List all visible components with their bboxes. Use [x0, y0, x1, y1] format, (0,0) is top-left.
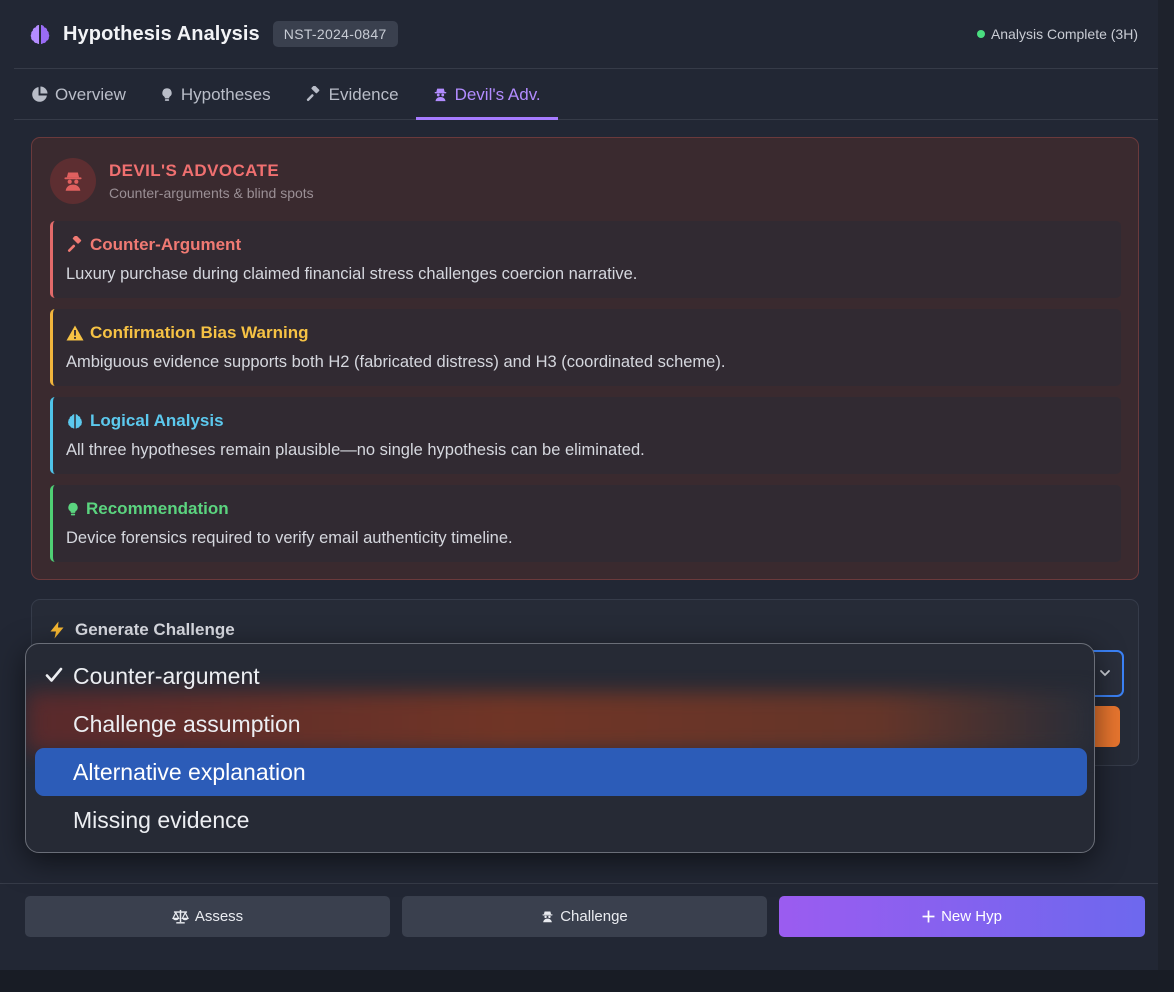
chevron-down-icon: [1100, 670, 1110, 677]
assess-button[interactable]: Assess: [25, 896, 390, 937]
case-id-badge: NST-2024-0847: [272, 21, 398, 47]
window-bottom-edge: [0, 970, 1174, 992]
recommendation-card: Recommendation Device forensics required…: [50, 485, 1121, 562]
tab-evidence[interactable]: Evidence: [288, 70, 416, 119]
new-hyp-label: New Hyp: [941, 908, 1002, 925]
lightbulb-icon: [68, 502, 78, 516]
dropdown-option-alternative-explanation[interactable]: Alternative explanation: [35, 748, 1087, 796]
gavel-icon: [67, 236, 82, 252]
tab-label: Evidence: [328, 84, 399, 104]
avatar: [50, 158, 96, 204]
header: Hypothesis Analysis NST-2024-0847 Analys…: [14, 0, 1158, 69]
status-text: Analysis Complete (3H): [990, 26, 1138, 42]
tab-label: Hypotheses: [180, 84, 271, 104]
dropdown-option-challenge-assumption[interactable]: Challenge assumption: [35, 700, 1087, 748]
lightbulb-icon: [162, 88, 172, 101]
new-hypothesis-button[interactable]: New Hyp: [779, 896, 1145, 937]
devils-advocate-title: DEVIL'S ADVOCATE: [109, 161, 280, 180]
page-title: Hypothesis Analysis: [63, 22, 260, 45]
challenge-button[interactable]: Challenge: [402, 896, 767, 937]
generate-challenge-header: Generate Challenge: [49, 620, 235, 640]
balance-scale-icon: [171, 909, 189, 924]
card-text: All three hypotheses remain plausible—no…: [66, 441, 645, 459]
devils-advocate-header: DEVIL'S ADVOCATE Counter-arguments & bli…: [50, 158, 314, 204]
card-text: Device forensics required to verify emai…: [66, 529, 513, 547]
challenge-label: Challenge: [560, 908, 628, 925]
tab-hypotheses[interactable]: Hypotheses: [143, 70, 288, 119]
card-title: Recommendation: [86, 499, 229, 518]
status-indicator: Analysis Complete (3H): [976, 26, 1138, 42]
card-title: Counter-Argument: [90, 235, 242, 254]
footer-actions: Assess Challenge New Hyp: [0, 883, 1158, 970]
brain-icon: [30, 25, 50, 44]
devils-advocate-panel: DEVIL'S ADVOCATE Counter-arguments & bli…: [31, 137, 1139, 580]
pie-chart-icon: [32, 86, 48, 102]
brain-icon: [68, 414, 82, 429]
spy-icon: [64, 172, 82, 191]
checkmark-icon: [45, 667, 63, 682]
tab-overview[interactable]: Overview: [14, 70, 143, 119]
card-text: Luxury purchase during claimed financial…: [66, 265, 638, 283]
tab-devils-advocate[interactable]: Devil's Adv.: [415, 70, 558, 120]
option-label: Alternative explanation: [73, 758, 306, 785]
option-label: Counter-argument: [73, 662, 260, 689]
scrollbar[interactable]: [1158, 0, 1174, 970]
card-title: Logical Analysis: [90, 411, 224, 430]
plus-icon: [922, 910, 935, 923]
card-title: Confirmation Bias Warning: [90, 323, 309, 342]
counter-argument-card: Counter-Argument Luxury purchase during …: [50, 221, 1121, 298]
challenge-type-dropdown-menu: Counter-argument Challenge assumption Al…: [25, 643, 1095, 853]
devils-advocate-subtitle: Counter-arguments & blind spots: [109, 185, 314, 201]
option-label: Challenge assumption: [73, 710, 301, 737]
lightning-icon: [50, 621, 64, 639]
status-dot-icon: [976, 30, 985, 38]
dropdown-option-missing-evidence[interactable]: Missing evidence: [35, 796, 1087, 844]
option-label: Missing evidence: [73, 806, 250, 833]
assess-label: Assess: [194, 908, 244, 925]
card-text: Ambiguous evidence supports both H2 (fab…: [66, 353, 726, 371]
tab-label: Devil's Adv.: [454, 84, 541, 104]
dropdown-option-counter-argument[interactable]: Counter-argument: [35, 652, 1087, 700]
gavel-icon: [306, 86, 319, 102]
tab-bar: Overview Hypotheses Evidence Devil's Adv…: [14, 70, 1158, 120]
warning-icon: [66, 325, 84, 341]
spy-icon: [542, 911, 553, 923]
logical-analysis-card: Logical Analysis All three hypotheses re…: [50, 397, 1121, 474]
spy-icon: [434, 88, 446, 102]
generate-challenge-title: Generate Challenge: [75, 620, 235, 639]
confirmation-bias-card: Confirmation Bias Warning Ambiguous evid…: [50, 309, 1121, 386]
tab-label: Overview: [55, 84, 126, 104]
